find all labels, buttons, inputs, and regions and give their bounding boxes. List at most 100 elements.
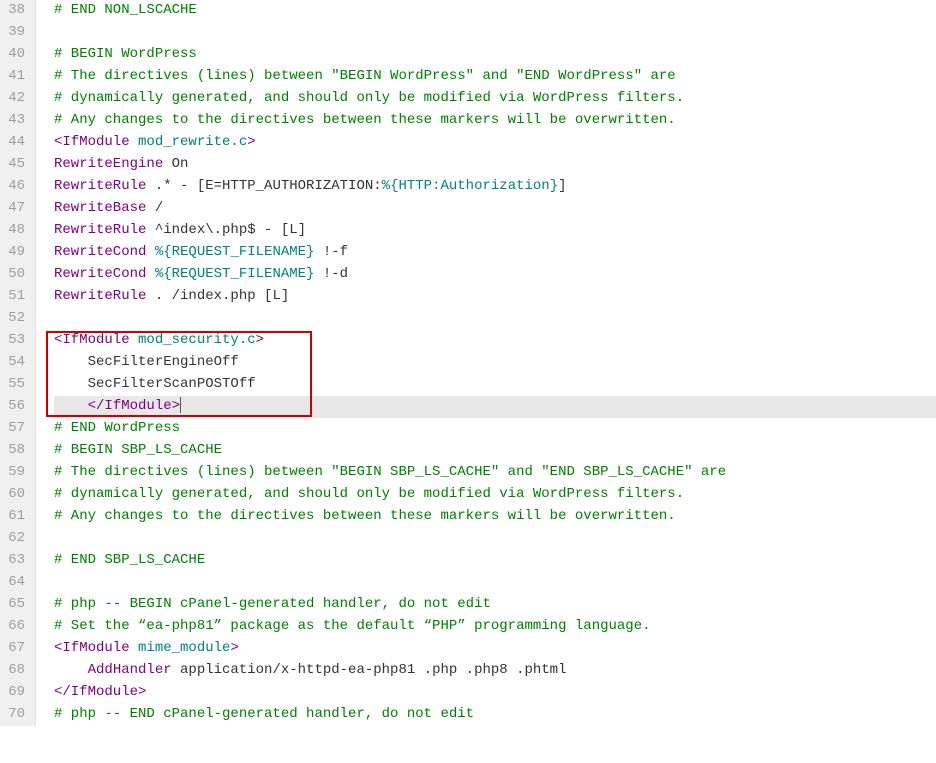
line-number: 49: [8, 242, 25, 264]
code-line[interactable]: RewriteBase /: [54, 198, 936, 220]
code-line[interactable]: [54, 22, 936, 44]
comment-text: # BEGIN SBP_LS_CACHE: [54, 442, 222, 458]
code-line[interactable]: RewriteCond %{REQUEST_FILENAME} !-d: [54, 264, 936, 286]
args: On: [163, 156, 188, 172]
code-line[interactable]: <IfModule mime_module>: [54, 638, 936, 660]
code-line[interactable]: # END NON_LSCACHE: [54, 0, 936, 22]
line-number: 63: [8, 550, 25, 572]
line-number: 40: [8, 44, 25, 66]
line-number: 68: [8, 660, 25, 682]
code-line[interactable]: [54, 572, 936, 594]
line-number: 65: [8, 594, 25, 616]
code-line[interactable]: # BEGIN WordPress: [54, 44, 936, 66]
line-number: 51: [8, 286, 25, 308]
line-number: 38: [8, 0, 25, 22]
code-line[interactable]: SecFilterScanPOSTOff: [54, 374, 936, 396]
args: ]: [558, 178, 566, 194]
line-number-gutter: 38 39 40 41 42 43 44 45 46 47 48 49 50 5…: [0, 0, 36, 726]
code-line[interactable]: # The directives (lines) between "BEGIN …: [54, 66, 936, 88]
directive: RewriteRule: [54, 288, 146, 304]
line-number: 54: [8, 352, 25, 374]
line-number: 61: [8, 506, 25, 528]
comment-text: # php -- BEGIN cPanel-generated handler,…: [54, 596, 491, 612]
args: . /index.php [L]: [146, 288, 289, 304]
line-number: 66: [8, 616, 25, 638]
comment-text: # dynamically generated, and should only…: [54, 90, 684, 106]
line-number: 55: [8, 374, 25, 396]
line-number: 43: [8, 110, 25, 132]
code-line[interactable]: RewriteCond %{REQUEST_FILENAME} !-f: [54, 242, 936, 264]
line-number: 62: [8, 528, 25, 550]
tag-close: >: [230, 640, 238, 656]
code-line[interactable]: # dynamically generated, and should only…: [54, 484, 936, 506]
code-line[interactable]: # dynamically generated, and should only…: [54, 88, 936, 110]
line-number: 47: [8, 198, 25, 220]
indent: [54, 398, 88, 414]
comment-text: # php -- END cPanel-generated handler, d…: [54, 706, 474, 722]
line-number: 56: [8, 396, 25, 418]
line-number: 58: [8, 440, 25, 462]
directive: RewriteRule: [54, 222, 146, 238]
code-line[interactable]: # BEGIN SBP_LS_CACHE: [54, 440, 936, 462]
line-number: 60: [8, 484, 25, 506]
code-line[interactable]: # END WordPress: [54, 418, 936, 440]
comment-text: # END WordPress: [54, 420, 180, 436]
tag-attr: mod_rewrite.c: [138, 134, 247, 150]
code-line[interactable]: </IfModule>: [54, 682, 936, 704]
caret-icon: [180, 397, 181, 413]
code-line[interactable]: # Set the “ea-php81” package as the defa…: [54, 616, 936, 638]
code-line[interactable]: # php -- BEGIN cPanel-generated handler,…: [54, 594, 936, 616]
directive: AddHandler: [88, 662, 172, 678]
code-line[interactable]: SecFilterEngineOff: [54, 352, 936, 374]
code-line[interactable]: # END SBP_LS_CACHE: [54, 550, 936, 572]
code-line[interactable]: # php -- END cPanel-generated handler, d…: [54, 704, 936, 726]
code-line-current[interactable]: </IfModule>: [54, 396, 936, 418]
variable: %{HTTP:Authorization}: [382, 178, 558, 194]
line-number: 67: [8, 638, 25, 660]
comment-text: # Any changes to the directives between …: [54, 112, 676, 128]
line-number: 48: [8, 220, 25, 242]
code-line[interactable]: [54, 308, 936, 330]
code-line[interactable]: RewriteRule ^index\.php$ - [L]: [54, 220, 936, 242]
tag-close: </IfModule>: [54, 684, 146, 700]
line-number: 59: [8, 462, 25, 484]
tag-attr: mod_security.c: [138, 332, 256, 348]
comment-text: # END SBP_LS_CACHE: [54, 552, 205, 568]
directive: RewriteEngine: [54, 156, 163, 172]
code-line[interactable]: # Any changes to the directives between …: [54, 110, 936, 132]
code-line[interactable]: AddHandler application/x-httpd-ea-php81 …: [54, 660, 936, 682]
indent: [54, 662, 88, 678]
tag-open: <IfModule: [54, 332, 138, 348]
tag-close: >: [256, 332, 264, 348]
directive-text: SecFilterScanPOSTOff: [88, 376, 256, 392]
code-line[interactable]: [54, 528, 936, 550]
code-area[interactable]: # END NON_LSCACHE # BEGIN WordPress # Th…: [36, 0, 936, 726]
directive: RewriteCond: [54, 244, 146, 260]
line-number: 57: [8, 418, 25, 440]
code-line[interactable]: <IfModule mod_security.c>: [54, 330, 936, 352]
tag-close: </IfModule>: [88, 398, 180, 414]
args: !-d: [314, 266, 348, 282]
line-number: 41: [8, 66, 25, 88]
tag-attr: mime_module: [138, 640, 230, 656]
comment-text: # The directives (lines) between "BEGIN …: [54, 68, 676, 84]
directive: RewriteRule: [54, 178, 146, 194]
directive: RewriteBase: [54, 200, 146, 216]
code-editor[interactable]: 38 39 40 41 42 43 44 45 46 47 48 49 50 5…: [0, 0, 936, 726]
directive: RewriteCond: [54, 266, 146, 282]
comment-text: # END NON_LSCACHE: [54, 2, 197, 18]
line-number: 46: [8, 176, 25, 198]
code-line[interactable]: # The directives (lines) between "BEGIN …: [54, 462, 936, 484]
tag-open: <IfModule: [54, 134, 138, 150]
code-line[interactable]: <IfModule mod_rewrite.c>: [54, 132, 936, 154]
line-number: 52: [8, 308, 25, 330]
args: application/x-httpd-ea-php81 .php .php8 …: [172, 662, 567, 678]
args: ^index\.php$ - [L]: [146, 222, 306, 238]
directive-text: SecFilterEngineOff: [88, 354, 239, 370]
code-line[interactable]: RewriteEngine On: [54, 154, 936, 176]
code-line[interactable]: # Any changes to the directives between …: [54, 506, 936, 528]
code-line[interactable]: RewriteRule .* - [E=HTTP_AUTHORIZATION:%…: [54, 176, 936, 198]
line-number: 69: [8, 682, 25, 704]
tag-close: >: [247, 134, 255, 150]
code-line[interactable]: RewriteRule . /index.php [L]: [54, 286, 936, 308]
